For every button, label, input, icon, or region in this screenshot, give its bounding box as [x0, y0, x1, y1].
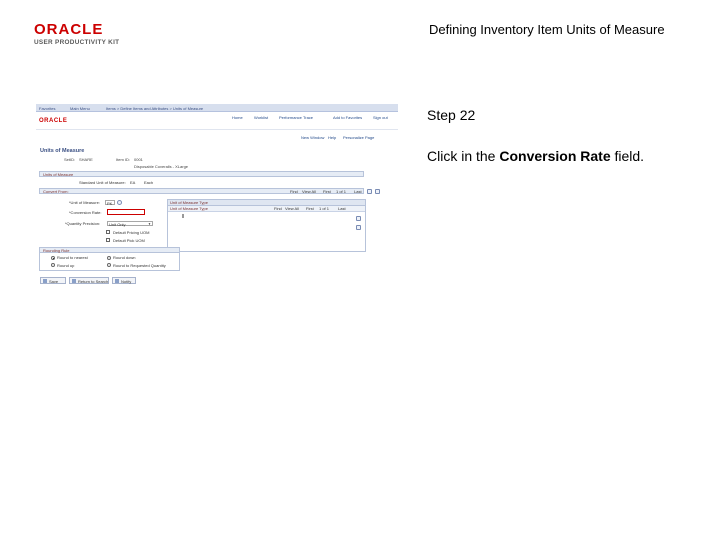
item-id-value: 0001: [134, 157, 143, 162]
default-pricing-uom-checkbox[interactable]: [106, 230, 110, 234]
standard-uom-label: Standard Unit of Measure:: [79, 180, 126, 185]
item-description: Disposable Coveralls - XLarge: [134, 164, 189, 169]
notify-button-label: Notify: [121, 279, 132, 284]
round-down-label: Round down: [113, 255, 136, 260]
setid-label: SetID:: [64, 157, 76, 162]
save-button[interactable]: Save: [40, 277, 66, 284]
return-icon: [72, 279, 76, 283]
link-new-window[interactable]: New Window: [301, 135, 324, 140]
uom-grid-first-link[interactable]: First: [306, 206, 314, 211]
step-instruction: Click in the Conversion Rate field.: [427, 148, 644, 164]
item-id-label: Item ID:: [116, 157, 131, 162]
link-home[interactable]: Home: [232, 115, 243, 120]
round-up-label: Round up: [57, 263, 75, 268]
uom-grid-last-link[interactable]: Last: [338, 206, 346, 211]
uom-type-input[interactable]: [182, 214, 184, 218]
instruction-suffix: field.: [610, 148, 645, 164]
uom-grid-page-count: 1 of 1: [319, 206, 330, 211]
uom-input-value: PK: [107, 201, 113, 206]
save-button-label: Save: [49, 279, 59, 284]
round-down-radio[interactable]: [107, 256, 111, 260]
link-performance-trace[interactable]: Performance Trace: [279, 115, 313, 120]
screenshot-top-nav: Favorites Main Menu Items > Define Items…: [36, 104, 398, 112]
default-pick-uom-label: Default Pick UOM: [113, 238, 145, 243]
link-add-favorites[interactable]: Add to Favorites: [333, 115, 362, 120]
conversion-rate-input[interactable]: [107, 209, 145, 215]
nav-breadcrumb[interactable]: Items > Define Items and Attributes > Un…: [106, 106, 203, 111]
uom-type-section-label: Unit of Measure Type: [170, 200, 208, 205]
return-to-search-button[interactable]: Return to Search: [69, 277, 109, 284]
round-nearest-label: Round to nearest: [57, 255, 88, 260]
quantity-precision-value: Unit Only: [109, 222, 126, 227]
instruction-prefix: Click in the: [427, 148, 500, 164]
quantity-precision-label: *Quantity Precision:: [65, 221, 101, 226]
link-worklist[interactable]: Worklist: [254, 115, 268, 120]
round-requested-radio[interactable]: [107, 263, 111, 267]
conversion-rate-label: *Conversion Rate:: [69, 210, 102, 215]
setid-value: SHARE: [79, 157, 93, 162]
standard-uom-value: EA: [130, 180, 136, 185]
section-units-of-measure: Units of Measure: [39, 171, 364, 177]
oracle-upk-logo: ORACLE USER PRODUCTIVITY KIT: [34, 22, 124, 46]
grid-view-all-link[interactable]: View All: [302, 189, 316, 194]
document-title: Defining Inventory Item Units of Measure: [429, 22, 665, 37]
uom-grid-view-all-link[interactable]: View All: [285, 206, 299, 211]
return-to-search-label: Return to Search: [78, 279, 109, 284]
round-nearest-radio[interactable]: [51, 256, 55, 260]
step-label: Step 22: [427, 107, 476, 123]
section-units-of-measure-label: Units of Measure: [43, 172, 74, 177]
uom-type-grid: Unit of Measure Type Unit of Measure Typ…: [167, 199, 366, 252]
logo-wordmark: ORACLE: [34, 21, 104, 38]
uom-label: *Unit of Measure:: [69, 200, 100, 205]
screenshot-brand-bar: ORACLE Home Worklist Performance Trace A…: [36, 112, 398, 130]
chevron-down-icon: ▼: [148, 222, 151, 226]
grid-page-count: 1 of 1: [336, 189, 347, 194]
uom-type-delete-icon[interactable]: [356, 225, 361, 230]
save-icon: [43, 279, 47, 283]
uom-type-add-icon[interactable]: [356, 216, 361, 221]
round-up-radio[interactable]: [51, 263, 55, 267]
add-row-icon[interactable]: [367, 189, 372, 194]
quantity-precision-select[interactable]: Unit Only ▼: [107, 221, 153, 227]
standard-uom-description: Each: [144, 180, 154, 185]
nav-main-menu[interactable]: Main Menu: [70, 106, 90, 111]
notify-button[interactable]: Notify: [112, 277, 136, 284]
instruction-target: Conversion Rate: [499, 148, 611, 164]
screenshot-oracle-logo: ORACLE: [39, 118, 68, 124]
uom-grid-find-link[interactable]: Find: [274, 206, 282, 211]
uom-type-grid-subheader: Unit of Measure Type Find View All First…: [168, 206, 365, 212]
link-sign-out[interactable]: Sign out: [373, 115, 388, 120]
default-pick-uom-checkbox[interactable]: [106, 238, 110, 242]
round-requested-label: Round to Requested Quantity: [113, 263, 166, 268]
application-screenshot: Favorites Main Menu Items > Define Items…: [36, 104, 398, 286]
logo-subtext: USER PRODUCTIVITY KIT: [34, 39, 120, 46]
nav-favorites[interactable]: Favorites: [39, 106, 55, 111]
grid-first-link[interactable]: First: [323, 189, 331, 194]
default-pricing-uom-label: Default Pricing UOM: [113, 230, 150, 235]
grid-find-link[interactable]: Find: [290, 189, 298, 194]
lookup-icon[interactable]: [117, 200, 122, 205]
screenshot-page-title: Units of Measure: [40, 148, 85, 154]
notify-icon: [115, 279, 119, 283]
uom-type-column-header: Unit of Measure Type: [170, 206, 208, 211]
delete-row-icon[interactable]: [375, 189, 380, 194]
section-convert-from-label: Convert From:: [43, 189, 69, 194]
uom-input[interactable]: PK: [105, 200, 115, 206]
grid-last-link[interactable]: Last: [354, 189, 362, 194]
link-personalize-page[interactable]: Personalize Page: [343, 135, 374, 140]
link-help[interactable]: Help: [328, 135, 336, 140]
